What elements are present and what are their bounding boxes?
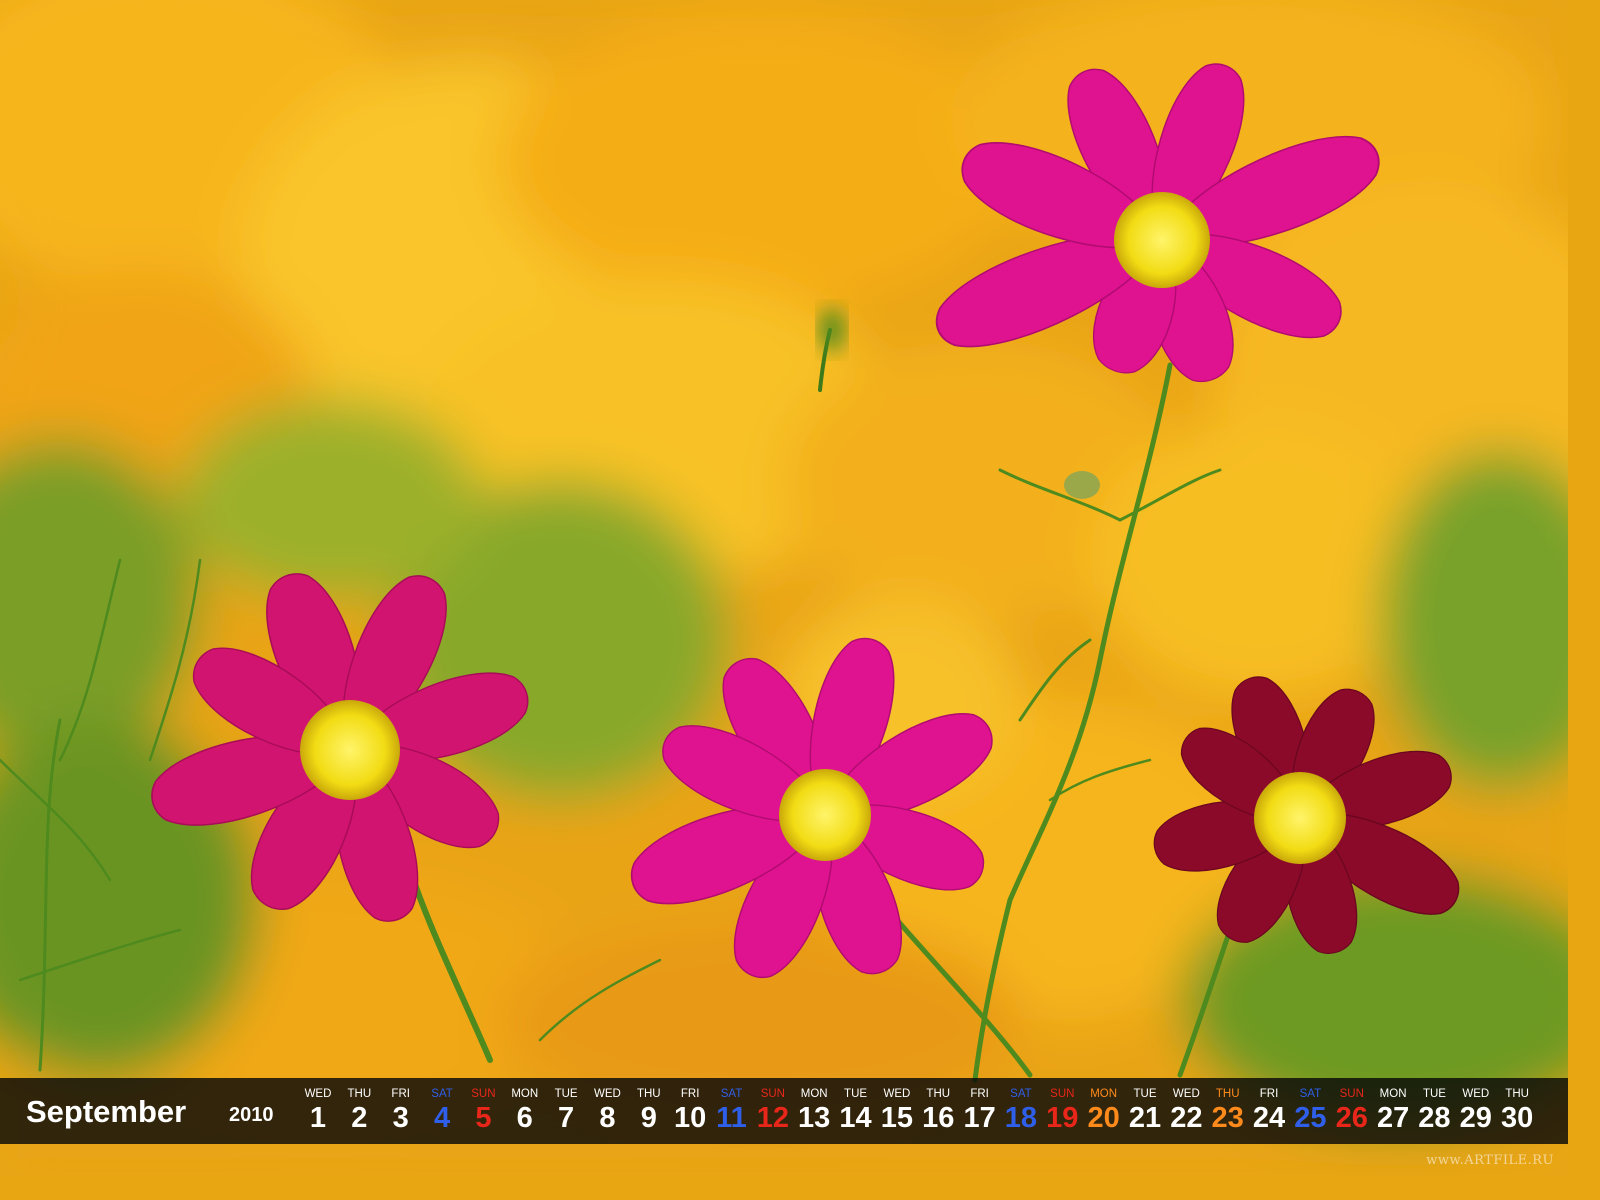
calendar-day: THU 23 <box>1208 1078 1248 1144</box>
day-of-week-label: SUN <box>1339 1088 1364 1100</box>
calendar-day: FRI 3 <box>381 1078 421 1144</box>
calendar-bar: September 2010 WED 1 THU 2 FRI 3 SAT 4 SUN 5 MON 6 T… <box>0 1078 1568 1144</box>
calendar-day: SUN 26 <box>1332 1078 1372 1144</box>
day-number: 29 <box>1459 1102 1492 1134</box>
day-number: 2 <box>351 1102 368 1134</box>
day-number: 24 <box>1252 1102 1286 1134</box>
calendar-day: THU 9 <box>629 1078 669 1144</box>
calendar-day: MON 6 <box>505 1078 545 1144</box>
day-of-week-label: SAT <box>1010 1088 1032 1100</box>
day-of-week-label: WED <box>594 1088 621 1100</box>
day-of-week-label: MON <box>1090 1088 1118 1100</box>
day-of-week-label: MON <box>800 1088 828 1100</box>
calendar-day: SUN 12 <box>753 1078 793 1144</box>
day-number: 21 <box>1128 1102 1162 1134</box>
calendar-day: THU 30 <box>1497 1078 1537 1144</box>
day-number: 23 <box>1211 1102 1244 1134</box>
calendar-day: TUE 28 <box>1414 1078 1454 1144</box>
day-number: 26 <box>1335 1102 1368 1134</box>
day-number: 30 <box>1501 1102 1534 1134</box>
day-of-week-label: FRI <box>391 1088 410 1100</box>
day-of-week-label: FRI <box>680 1088 700 1100</box>
day-of-week-label: TUE <box>554 1088 578 1100</box>
day-number: 22 <box>1170 1102 1203 1134</box>
day-of-week-label: SUN <box>1050 1088 1075 1100</box>
day-number: 19 <box>1046 1102 1079 1134</box>
calendar-day: WED 29 <box>1456 1078 1496 1144</box>
day-number: 1 <box>309 1102 327 1134</box>
watermark: www.ARTFILE.RU <box>1426 1153 1554 1168</box>
day-number: 28 <box>1418 1102 1451 1134</box>
day-of-week-label: WED <box>883 1088 911 1100</box>
calendar-day: SUN 5 <box>463 1078 503 1144</box>
day-number: 4 <box>433 1102 451 1134</box>
day-number: 8 <box>599 1102 616 1134</box>
calendar-day: TUE 14 <box>836 1078 876 1144</box>
day-of-week-label: MON <box>511 1088 539 1100</box>
day-number: 20 <box>1087 1102 1120 1134</box>
day-number: 9 <box>640 1102 657 1134</box>
calendar-day: FRI 10 <box>670 1078 710 1144</box>
day-number: 16 <box>922 1102 955 1134</box>
day-number: 6 <box>516 1102 533 1134</box>
flower-bud <box>1064 471 1100 499</box>
day-of-week-label: WED <box>1462 1088 1490 1100</box>
day-number: 17 <box>963 1102 996 1134</box>
day-of-week-label: WED <box>304 1088 332 1100</box>
day-of-week-label: MON <box>1379 1088 1407 1100</box>
calendar-day: MON 13 <box>794 1078 834 1144</box>
day-of-week-label: THU <box>926 1088 951 1100</box>
calendar-day: SAT 11 <box>712 1078 752 1144</box>
day-number: 25 <box>1294 1102 1327 1134</box>
calendar-day: WED 15 <box>877 1078 917 1144</box>
calendar-day: TUE 7 <box>546 1078 586 1144</box>
calendar-day: THU 16 <box>918 1078 958 1144</box>
day-of-week-label: THU <box>1505 1088 1529 1100</box>
day-of-week-label: FRI <box>1259 1088 1279 1100</box>
day-of-week-label: THU <box>636 1088 661 1100</box>
day-of-week-label: SUN <box>760 1088 785 1100</box>
flower-photo <box>0 0 1568 1176</box>
day-of-week-label: TUE <box>844 1088 868 1100</box>
calendar-day: WED 1 <box>298 1078 338 1144</box>
calendar-day: MON 20 <box>1084 1078 1124 1144</box>
calendar-day: SAT 25 <box>1290 1078 1330 1144</box>
day-of-week-label: FRI <box>970 1088 989 1100</box>
day-of-week-label: SAT <box>431 1088 453 1100</box>
day-number: 14 <box>839 1102 872 1134</box>
day-number: 15 <box>880 1102 914 1134</box>
calendar-day: MON 27 <box>1373 1078 1413 1144</box>
calendar-day: WED 22 <box>1166 1078 1206 1144</box>
day-of-week-label: SAT <box>720 1088 743 1100</box>
flower-bud <box>820 308 844 352</box>
day-number: 7 <box>558 1102 575 1134</box>
day-number: 3 <box>392 1102 409 1134</box>
day-number: 13 <box>798 1102 831 1134</box>
calendar-days-row: WED 1 THU 2 FRI 3 SAT 4 SUN 5 MON 6 TUE 7 WED 8 THU 9 FRI 1… <box>298 1078 1538 1144</box>
calendar-day: SAT 4 <box>422 1078 462 1144</box>
month-title: September <box>26 1094 187 1129</box>
calendar-day: SUN 19 <box>1042 1078 1082 1144</box>
day-of-week-label: SUN <box>471 1088 496 1100</box>
calendar-day: FRI 17 <box>960 1078 1000 1144</box>
day-number: 12 <box>756 1102 789 1134</box>
day-of-week-label: SAT <box>1299 1088 1322 1100</box>
day-of-week-label: THU <box>1215 1088 1240 1100</box>
day-of-week-label: WED <box>1172 1088 1200 1100</box>
calendar-day: WED 8 <box>587 1078 627 1144</box>
calendar-day: TUE 21 <box>1125 1078 1165 1144</box>
year-label: 2010 <box>229 1104 274 1126</box>
day-number: 11 <box>716 1102 747 1134</box>
day-of-week-label: THU <box>347 1088 372 1100</box>
day-number: 10 <box>674 1102 707 1134</box>
calendar-day: THU 2 <box>339 1078 379 1144</box>
calendar-day: FRI 24 <box>1249 1078 1289 1144</box>
calendar-day: SAT 18 <box>1001 1078 1041 1144</box>
day-number: 5 <box>475 1102 492 1134</box>
day-number: 18 <box>1004 1102 1038 1134</box>
day-of-week-label: TUE <box>1422 1088 1446 1100</box>
day-number: 27 <box>1376 1102 1410 1134</box>
day-of-week-label: TUE <box>1133 1088 1157 1100</box>
